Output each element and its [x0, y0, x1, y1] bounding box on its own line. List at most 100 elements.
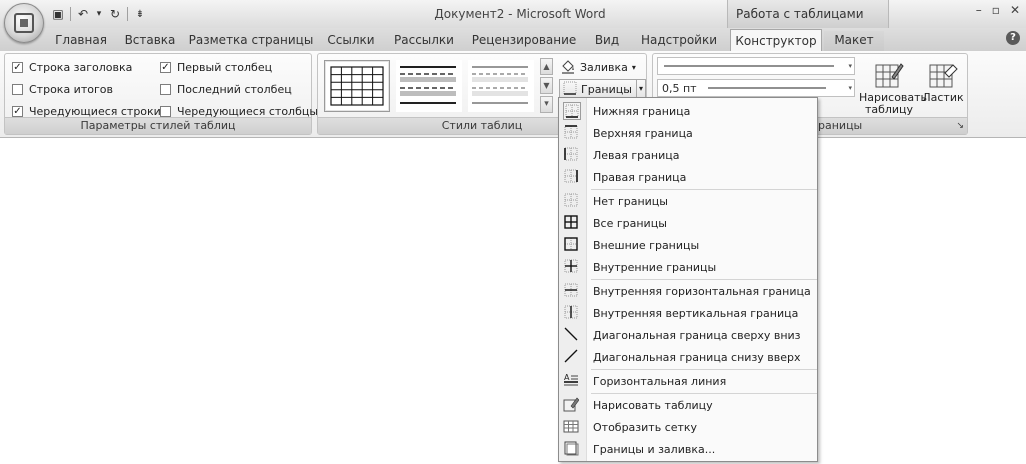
qat-separator — [70, 7, 71, 21]
checkbox-label: Строка итогов — [29, 83, 113, 96]
checkbox-box — [160, 106, 171, 117]
menu-item-label: Нарисовать таблицу — [593, 398, 713, 412]
tab-add-ins[interactable]: Надстройки — [636, 31, 722, 51]
menu-item-label: Внутренняя вертикальная граница — [593, 306, 799, 320]
line-weight-combo[interactable]: 0,5 пт ▾ — [657, 79, 855, 97]
menu-item-inside-horizontal-border[interactable]: Внутренняя горизонтальная граница — [559, 280, 817, 302]
table-styles-scroll: ▲ ▼ ▾ — [540, 58, 553, 114]
no-border-icon — [563, 192, 581, 210]
total-row-checkbox[interactable]: Строка итогов — [12, 83, 113, 96]
tab-mailings[interactable]: Рассылки — [390, 31, 458, 51]
draw-borders-label: раницы — [818, 119, 863, 132]
menu-item-horizontal-line[interactable]: A Горизонтальная линия — [559, 370, 817, 392]
tab-design[interactable]: Конструктор — [730, 29, 822, 52]
line-style-combo[interactable]: ▾ — [657, 57, 855, 75]
chevron-down-icon: ▾ — [631, 63, 636, 72]
customize-icon[interactable]: ⇟ — [132, 6, 148, 22]
gallery-scroll-down-button[interactable]: ▼ — [540, 77, 553, 94]
menu-item-label: Внешние границы — [593, 238, 700, 252]
quick-access-toolbar: ▣ ↶ ▾ ↻ ⇟ — [50, 5, 148, 23]
inside-borders-icon — [563, 258, 581, 276]
menu-item-top-border[interactable]: Верхняя граница — [559, 122, 817, 144]
chevron-down-icon[interactable]: ▾ — [635, 80, 645, 98]
office-logo-icon — [14, 13, 34, 33]
menu-item-diagonal-down-border[interactable]: Диагональная граница сверху вниз — [559, 324, 817, 346]
eraser-button[interactable]: Ластик — [921, 58, 965, 104]
menu-item-draw-table[interactable]: Нарисовать таблицу — [559, 394, 817, 416]
bottom-border-icon — [563, 102, 581, 120]
menu-item-diagonal-up-border[interactable]: Диагональная граница снизу вверх — [559, 346, 817, 368]
inside-horizontal-border-icon — [563, 282, 581, 300]
menu-item-label: Границы и заливка... — [593, 442, 716, 456]
menu-item-no-border[interactable]: Нет границы — [559, 190, 817, 212]
paint-bucket-icon — [560, 58, 576, 77]
restore-icon[interactable]: ▫ — [992, 3, 1000, 17]
menu-item-label: Правая граница — [593, 170, 687, 184]
tab-insert[interactable]: Вставка — [120, 31, 180, 51]
last-column-checkbox[interactable]: Последний столбец — [160, 83, 292, 96]
menu-item-inside-vertical-border[interactable]: Внутренняя вертикальная граница — [559, 302, 817, 324]
top-border-icon — [563, 124, 581, 142]
outside-borders-icon — [563, 236, 581, 254]
tab-references[interactable]: Ссылки — [322, 31, 380, 51]
tab-home[interactable]: Главная — [48, 31, 114, 51]
office-button[interactable] — [4, 3, 44, 43]
header-row-checkbox[interactable]: ✓ Строка заголовка — [12, 61, 132, 74]
menu-item-all-borders[interactable]: Все границы — [559, 212, 817, 234]
left-border-icon — [563, 146, 581, 164]
menu-item-right-border[interactable]: Правая граница — [559, 166, 817, 188]
horizontal-line-icon: A — [563, 372, 581, 390]
save-icon[interactable]: ▣ — [50, 6, 66, 22]
menu-item-outside-borders[interactable]: Внешние границы — [559, 234, 817, 256]
qat-separator — [127, 7, 128, 21]
checkbox-box — [160, 84, 171, 95]
checkbox-box — [12, 84, 23, 95]
checkbox-box: ✓ — [12, 62, 23, 73]
table-style-light-bands[interactable] — [468, 60, 534, 112]
checkbox-box: ✓ — [12, 106, 23, 117]
dialog-launcher-icon[interactable]: ↘ — [956, 118, 964, 134]
menu-item-inside-borders[interactable]: Внутренние границы — [559, 256, 817, 278]
tab-layout[interactable]: Макет — [824, 31, 884, 51]
window-title: Документ2 - Microsoft Word — [434, 7, 606, 21]
menu-item-view-gridlines[interactable]: Отобразить сетку — [559, 416, 817, 438]
undo-dropdown-icon[interactable]: ▾ — [95, 6, 103, 22]
help-icon[interactable]: ? — [1006, 31, 1020, 45]
ribbon: ✓ Строка заголовка Строка итогов ✓ Черед… — [0, 51, 1026, 138]
window-controls: – ▫ ✕ — [976, 3, 1020, 17]
draw-table-label: Нарисовать таблицу — [859, 91, 928, 116]
tab-review[interactable]: Рецензирование — [468, 31, 580, 51]
menu-item-label: Горизонтальная линия — [593, 374, 727, 388]
tab-page-layout[interactable]: Разметка страницы — [188, 31, 314, 51]
diagonal-up-border-icon — [563, 348, 581, 366]
table-style-grid[interactable] — [324, 60, 390, 112]
undo-icon[interactable]: ↶ — [75, 6, 91, 22]
menu-item-left-border[interactable]: Левая граница — [559, 144, 817, 166]
menu-item-bottom-border[interactable]: Нижняя граница — [559, 100, 817, 122]
eraser-icon — [928, 61, 958, 89]
group-label: Параметры стилей таблиц — [5, 117, 311, 134]
shading-button[interactable]: Заливка ▾ — [560, 58, 636, 77]
menu-item-borders-and-shading[interactable]: Границы и заливка... — [559, 438, 817, 460]
table-style-dark-bands[interactable] — [396, 60, 462, 112]
menu-item-label: Внутренняя горизонтальная граница — [593, 284, 811, 298]
all-borders-icon — [563, 214, 581, 232]
draw-table-icon — [874, 61, 904, 89]
redo-icon[interactable]: ↻ — [107, 6, 123, 22]
gallery-scroll-up-button[interactable]: ▲ — [540, 58, 553, 75]
close-icon[interactable]: ✕ — [1010, 3, 1020, 17]
menu-item-label: Левая граница — [593, 148, 680, 162]
inside-vertical-border-icon — [563, 304, 581, 322]
checkbox-label: Последний столбец — [177, 83, 292, 96]
borders-button[interactable]: Границы ▾ — [559, 79, 646, 99]
eraser-label: Ластик — [922, 91, 964, 104]
menu-item-label: Внутренние границы — [593, 260, 717, 274]
draw-table-button[interactable]: Нарисовать таблицу — [859, 58, 927, 116]
gallery-more-button[interactable]: ▾ — [540, 96, 553, 113]
minimize-icon[interactable]: – — [976, 3, 982, 17]
chevron-down-icon: ▾ — [848, 62, 852, 70]
first-column-checkbox[interactable]: ✓ Первый столбец — [160, 61, 272, 74]
checkbox-label: Строка заголовка — [29, 61, 133, 74]
context-tab-header: Работа с таблицами — [727, 0, 889, 28]
tab-view[interactable]: Вид — [588, 31, 626, 51]
